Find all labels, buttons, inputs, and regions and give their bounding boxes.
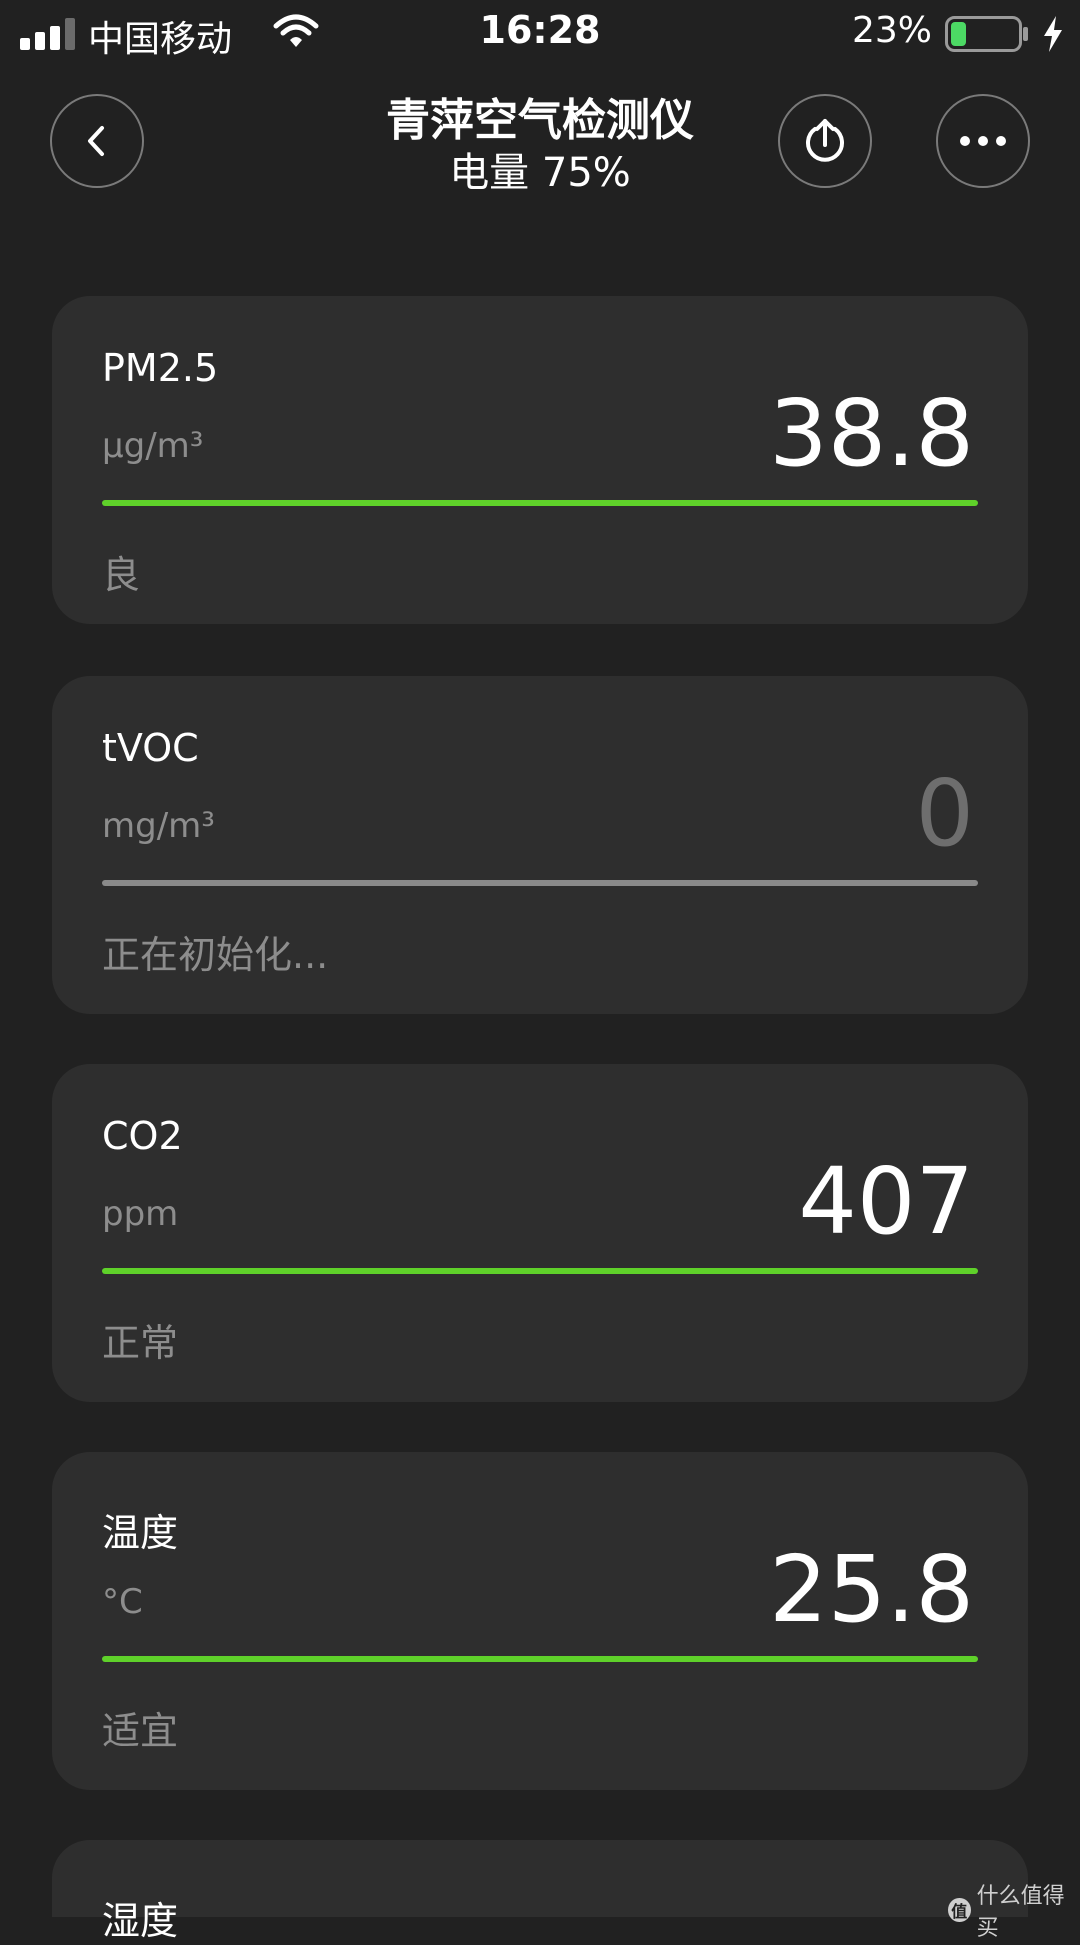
humidity-card[interactable]: 湿度 (52, 1840, 1028, 1943)
metric-level-bar (102, 1268, 978, 1274)
tvoc-card[interactable]: tVOC mg/m³ 0 正在初始化... (52, 676, 1028, 1014)
metric-status: 正在初始化... (102, 933, 329, 977)
metric-unit: ppm (102, 1194, 179, 1234)
more-button[interactable] (936, 94, 1030, 188)
metric-unit: °C (102, 1582, 143, 1622)
metric-name: CO2 (102, 1114, 183, 1158)
pm25-card[interactable]: PM2.5 µg/m³ 38.8 良 (52, 296, 1028, 624)
charging-bolt-icon (1044, 16, 1062, 52)
metric-status: 正常 (102, 1321, 179, 1365)
battery-percent: 23% (852, 10, 933, 51)
metric-name: 温度 (102, 1511, 179, 1555)
metric-value: 38.8 (769, 380, 974, 487)
share-upload-icon (806, 119, 844, 162)
metric-level-bar (102, 1656, 978, 1662)
metric-name: tVOC (102, 726, 199, 770)
co2-card[interactable]: CO2 ppm 407 正常 (52, 1064, 1028, 1402)
status-bar: 中国移动 16:28 23% (0, 0, 1080, 70)
metric-unit: µg/m³ (102, 426, 204, 466)
more-dots-icon (960, 136, 1006, 146)
battery-icon (945, 16, 1028, 52)
page-title: 青萍空气检测仪 (386, 95, 694, 146)
metric-name: 湿度 (102, 1899, 179, 1943)
metric-value: 25.8 (769, 1536, 974, 1643)
device-battery-subtitle: 电量 75% (449, 150, 631, 196)
metric-value: 407 (798, 1148, 974, 1255)
metric-level-bar (102, 500, 978, 506)
temperature-card[interactable]: 温度 °C 25.8 适宜 (52, 1452, 1028, 1790)
metric-name: PM2.5 (102, 346, 219, 390)
watermark-text: 什么值得买 (976, 1884, 1065, 1941)
metric-value: 0 (915, 760, 974, 867)
metric-status: 良 (102, 553, 141, 597)
metric-unit: mg/m³ (102, 806, 215, 846)
metric-status: 适宜 (102, 1709, 179, 1753)
watermark: 值 什么值得买 (948, 1878, 1080, 1942)
share-button[interactable] (778, 94, 872, 188)
metric-level-bar (102, 880, 978, 886)
watermark-logo-icon: 值 (948, 1898, 971, 1922)
